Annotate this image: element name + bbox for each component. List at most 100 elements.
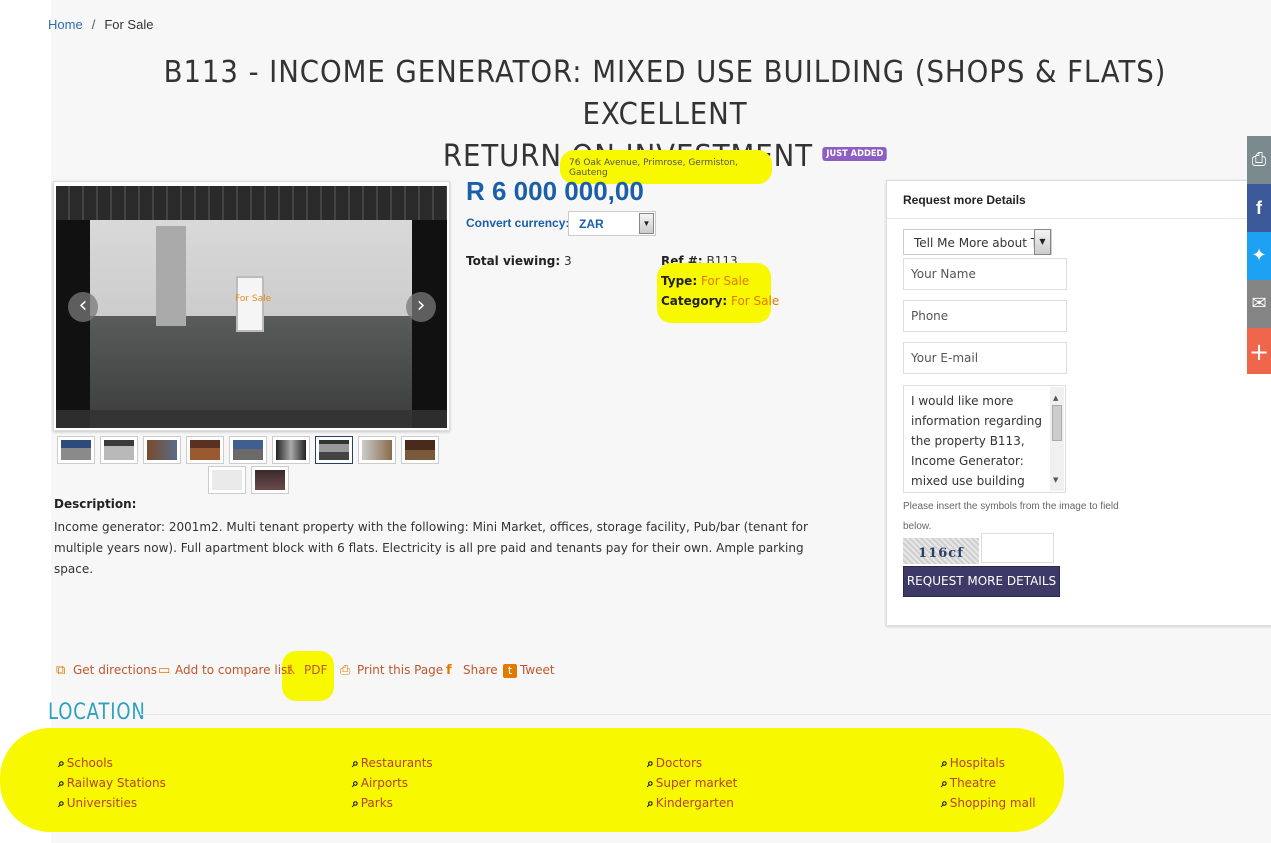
thumbnail[interactable] xyxy=(251,466,289,494)
email-field[interactable]: Your E-mail xyxy=(903,342,1067,374)
poi-link-universities[interactable]: ⌕ Universities xyxy=(58,796,137,811)
description-text: Income generator: 2001m2. Multi tenant p… xyxy=(54,520,808,576)
thumbnail[interactable] xyxy=(272,436,310,464)
twitter-icon: t xyxy=(503,664,517,678)
captcha-instructions: Please insert the symbols from the image… xyxy=(903,501,1119,532)
thumbnail[interactable] xyxy=(401,436,439,464)
search-icon: ⌕ xyxy=(58,776,65,790)
search-icon: ⌕ xyxy=(647,796,654,810)
thumbnail[interactable] xyxy=(208,466,246,494)
breadcrumb-current: For Sale xyxy=(104,17,154,32)
thumbnail[interactable] xyxy=(100,436,138,464)
get-directions-link[interactable]: ⧉ Get directions xyxy=(56,663,157,678)
property-price: R 6 000 000,00 xyxy=(466,176,644,206)
photo-room-door xyxy=(236,276,264,332)
poi-link-theatre[interactable]: ⌕ Theatre xyxy=(941,776,996,791)
poi-link-hospitals[interactable]: ⌕ Hospitals xyxy=(941,756,1005,771)
poi-link-airports[interactable]: ⌕ Airports xyxy=(352,776,408,791)
poi-link-restaurants[interactable]: ⌕ Restaurants xyxy=(352,756,433,771)
total-viewing-value: 3 xyxy=(564,254,572,268)
location-heading: LOCATION xyxy=(48,700,146,725)
thumbnail[interactable] xyxy=(229,436,267,464)
gallery-next-arrow-icon[interactable]: › xyxy=(406,292,436,322)
request-details-panel: Request more Details Tell Me More about … xyxy=(886,180,1271,626)
print-page-link[interactable]: ⎙ Print this Page xyxy=(340,663,443,678)
photo-room-ceiling xyxy=(56,186,447,220)
captcha-image: 116cf xyxy=(903,538,979,564)
poi-link-super-market[interactable]: ⌕ Super market xyxy=(647,776,737,791)
search-icon: ⌕ xyxy=(352,776,359,790)
property-type: Type: For Sale xyxy=(661,274,749,288)
thumbnail[interactable] xyxy=(57,436,95,464)
for-sale-watermark: For Sale xyxy=(235,294,272,304)
page-title-line1: B113 - INCOME GENERATOR: MIXED USE BUILD… xyxy=(163,55,1167,132)
property-category: Category: For Sale xyxy=(661,294,779,308)
request-subject-select[interactable]: Tell Me More about Thi xyxy=(903,229,1052,255)
message-text: I would like more information regarding … xyxy=(911,394,1042,488)
directions-icon: ⧉ xyxy=(56,663,66,678)
photo-gallery: For Sale ‹ › xyxy=(53,181,450,431)
poi-link-railway-stations[interactable]: ⌕ Railway Stations xyxy=(58,776,166,791)
thumbnail[interactable] xyxy=(186,436,224,464)
plus-icon[interactable]: + xyxy=(1247,328,1271,374)
poi-link-schools[interactable]: ⌕ Schools xyxy=(58,756,113,771)
breadcrumb-home-link[interactable]: Home xyxy=(48,17,83,32)
panel-divider xyxy=(887,218,1271,219)
pdf-icon: ⅄ xyxy=(287,663,295,678)
add-to-compare-link[interactable]: ▭ Add to compare list xyxy=(158,663,292,678)
thumbnail[interactable] xyxy=(143,436,181,464)
facebook-icon[interactable]: f xyxy=(1247,184,1271,232)
breadcrumb-separator: / xyxy=(91,17,96,32)
request-panel-title: Request more Details xyxy=(903,193,1026,207)
gallery-prev-arrow-icon[interactable]: ‹ xyxy=(68,292,98,322)
search-icon: ⌕ xyxy=(352,756,359,770)
search-icon: ⌕ xyxy=(647,776,654,790)
message-textarea[interactable]: I would like more information regarding … xyxy=(903,385,1066,493)
poi-link-doctors[interactable]: ⌕ Doctors xyxy=(647,756,702,771)
chevron-down-icon[interactable]: ▼ xyxy=(1034,229,1051,255)
poi-link-parks[interactable]: ⌕ Parks xyxy=(352,796,393,811)
email-icon[interactable]: ✉ xyxy=(1247,280,1271,328)
twitter-icon[interactable]: ✦ xyxy=(1247,232,1271,280)
print-icon[interactable]: ⎙ xyxy=(1247,136,1271,184)
convert-currency-label: Convert currency: xyxy=(466,216,570,230)
search-icon: ⌕ xyxy=(58,796,65,810)
compare-icon: ▭ xyxy=(158,663,171,678)
type-value-link[interactable]: For Sale xyxy=(701,274,749,288)
type-label: Type: xyxy=(661,274,698,288)
search-icon: ⌕ xyxy=(647,756,654,770)
request-subject-value: Tell Me More about Thi xyxy=(914,236,1049,250)
just-added-badge: JUST ADDED xyxy=(822,146,888,161)
scrollbar-thumb[interactable] xyxy=(1052,405,1062,441)
facebook-icon: f xyxy=(446,663,452,678)
share-link[interactable]: f Share xyxy=(446,663,498,678)
name-field[interactable]: Your Name xyxy=(903,258,1067,290)
tweet-link[interactable]: t Tweet xyxy=(503,663,555,678)
pdf-link[interactable]: ⅄ PDF xyxy=(287,663,327,678)
search-icon: ⌕ xyxy=(58,756,65,770)
poi-link-kindergarten[interactable]: ⌕ Kindergarten xyxy=(647,796,734,811)
thumbnail-active[interactable] xyxy=(315,436,353,464)
type-category-highlight xyxy=(657,263,771,323)
breadcrumb: Home / For Sale xyxy=(48,17,153,32)
phone-field[interactable]: Phone xyxy=(903,300,1067,332)
scroll-down-icon[interactable]: ▼ xyxy=(1053,470,1058,490)
poi-link-shopping-mall[interactable]: ⌕ Shopping mall xyxy=(941,796,1036,811)
captcha-input[interactable] xyxy=(981,533,1054,563)
category-value-link[interactable]: For Sale xyxy=(731,294,779,308)
main-photo[interactable]: For Sale ‹ › xyxy=(56,186,447,428)
search-icon: ⌕ xyxy=(941,796,948,810)
thumbnail[interactable] xyxy=(358,436,396,464)
photo-caption-bar xyxy=(56,410,447,428)
printer-icon: ⎙ xyxy=(340,663,351,678)
request-more-details-button[interactable]: REQUEST MORE DETAILS xyxy=(903,566,1060,597)
search-icon: ⌕ xyxy=(352,796,359,810)
currency-select[interactable]: ZAR ▼ xyxy=(568,211,656,236)
total-viewing-label: Total viewing: xyxy=(466,254,561,268)
search-icon: ⌕ xyxy=(941,776,948,790)
chevron-down-icon[interactable]: ▼ xyxy=(639,213,654,234)
currency-selected-value: ZAR xyxy=(579,217,604,231)
textarea-scrollbar[interactable]: ▲ ▼ xyxy=(1050,387,1064,491)
search-icon: ⌕ xyxy=(941,756,948,770)
description-label: Description: xyxy=(54,497,137,511)
